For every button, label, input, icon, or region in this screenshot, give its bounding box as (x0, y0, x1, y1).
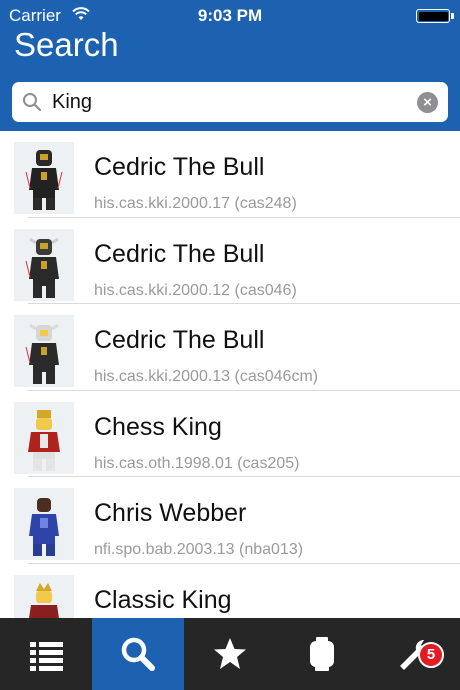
search-input[interactable] (52, 86, 412, 118)
clear-search-button[interactable]: × (417, 92, 438, 113)
item-subtitle: his.cas.kki.2000.17 (cas248) (94, 195, 297, 212)
list-icon (30, 642, 63, 671)
magnifier-icon (23, 93, 42, 112)
item-subtitle: his.cas.kki.2000.13 (cas046cm) (94, 368, 319, 385)
minifig-thumbnail (14, 574, 74, 618)
nav-header: Carrier 9:03 PM Search (0, 0, 460, 72)
item-title: Chess King (94, 412, 222, 441)
list-item[interactable]: Chess King his.cas.oth.1998.01 (cas205) (0, 391, 460, 477)
minifig-thumbnail (14, 401, 74, 474)
list-item[interactable]: Cedric The Bull his.cas.kki.2000.17 (cas… (0, 131, 460, 218)
page-title: Search (14, 26, 119, 63)
search-field[interactable]: × (12, 82, 448, 122)
minifig-thumbnail (14, 142, 74, 214)
list-item[interactable]: Cedric The Bull his.cas.kki.2000.13 (cas… (0, 304, 460, 391)
battery-icon (416, 9, 450, 23)
minifig-thumbnail (14, 488, 74, 560)
list-item[interactable]: Chris Webber nfi.spo.bab.2003.13 (nba013… (0, 477, 460, 564)
item-title: Cedric The Bull (94, 239, 265, 268)
tab-minifigs[interactable] (276, 618, 368, 690)
item-title: Chris Webber (94, 499, 247, 527)
tab-favorites[interactable] (184, 618, 276, 690)
list-item[interactable]: Cedric The Bull his.cas.kki.2000.12 (cas… (0, 218, 460, 304)
notification-badge: 5 (418, 642, 444, 668)
minifig-thumbnail (14, 228, 74, 301)
list-item[interactable]: Classic King (0, 564, 460, 618)
tab-list[interactable] (0, 618, 92, 690)
item-title: Cedric The Bull (94, 326, 265, 354)
search-icon (121, 637, 155, 671)
item-subtitle: his.cas.oth.1998.01 (cas205) (94, 454, 300, 472)
clock: 9:03 PM (197, 6, 263, 25)
item-title: Cedric The Bull (94, 153, 265, 181)
minifig-head-icon (310, 637, 334, 671)
tab-bar: 5 (0, 618, 460, 690)
star-icon (214, 638, 246, 669)
tab-search[interactable] (92, 618, 184, 690)
item-title: Classic King (94, 585, 232, 614)
item-subtitle: his.cas.kki.2000.12 (cas046) (94, 281, 297, 299)
results-list: Cedric The Bull his.cas.kki.2000.17 (cas… (0, 131, 460, 618)
minifig-thumbnail (14, 315, 74, 387)
item-subtitle: nfi.spo.bab.2003.13 (nba013) (94, 541, 304, 558)
tab-tools[interactable]: 5 (368, 618, 460, 690)
battery-tip (451, 13, 454, 19)
